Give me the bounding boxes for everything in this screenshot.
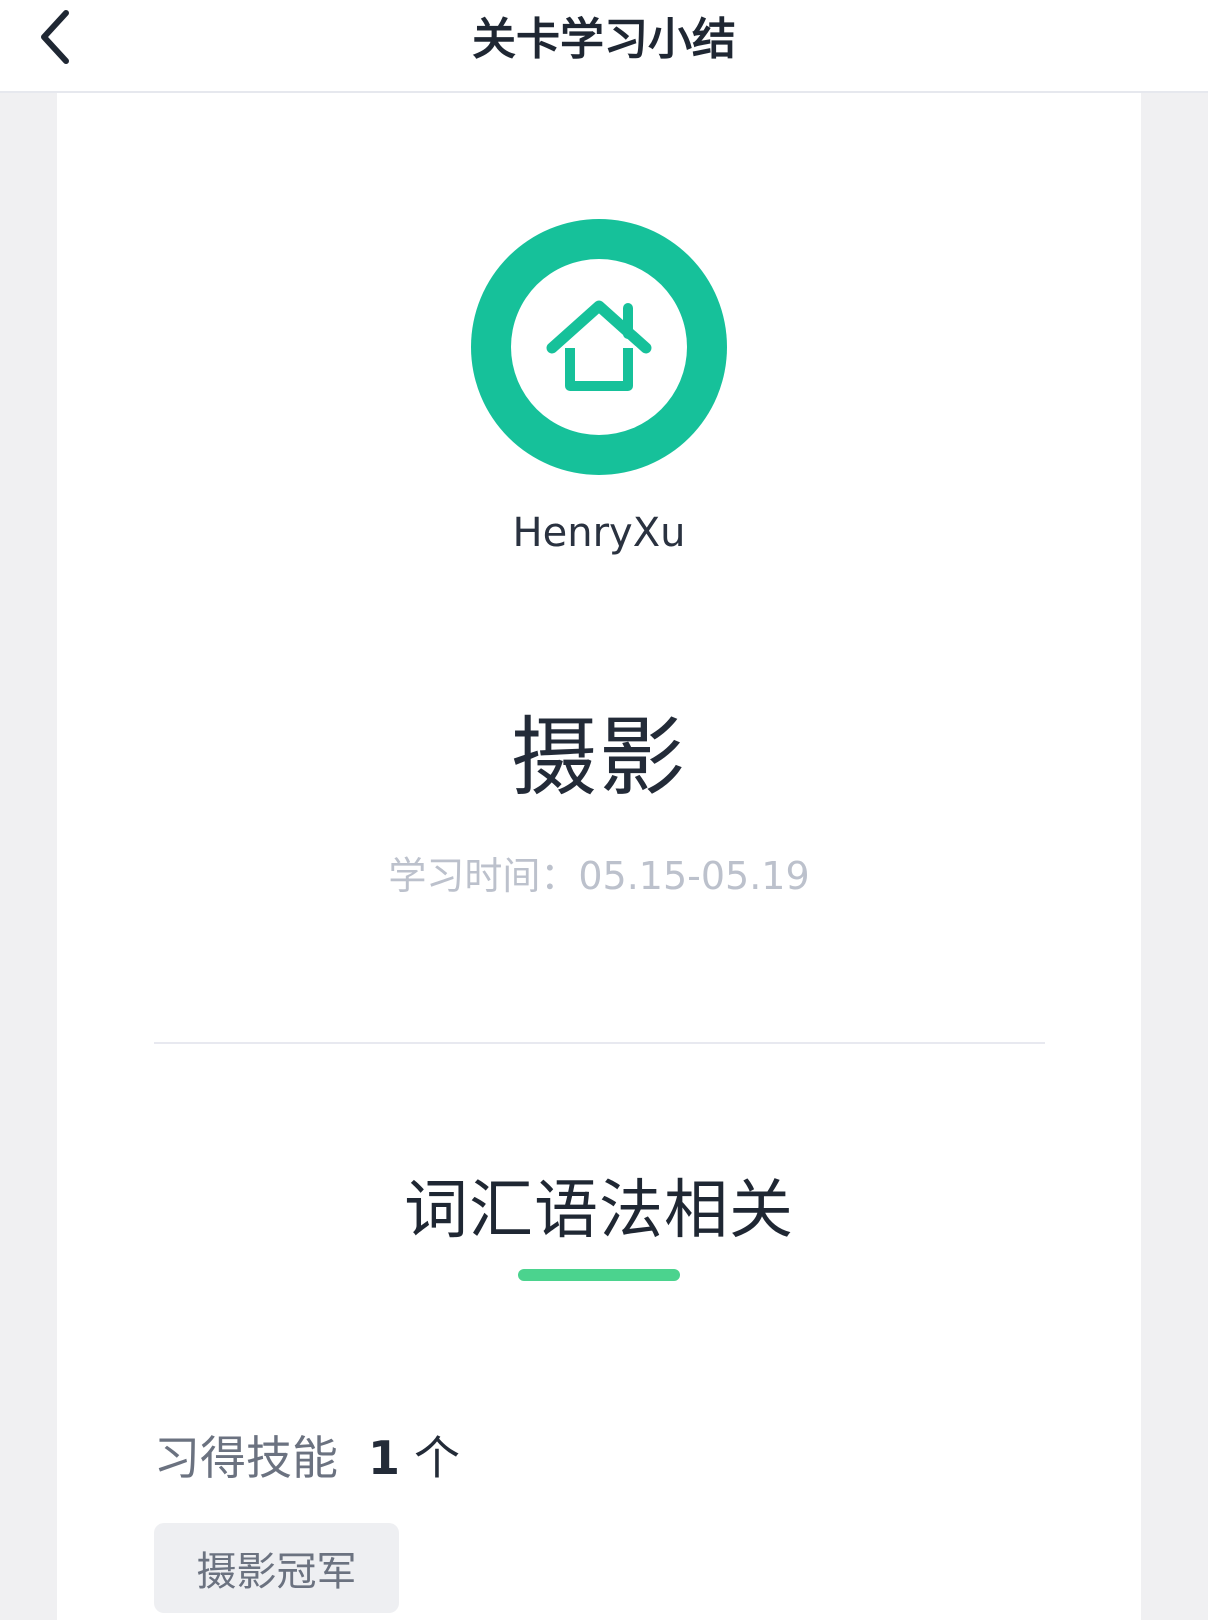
skills-summary: 习得技能 1 个 <box>154 1423 460 1493</box>
course-title: 摄影 <box>511 708 687 808</box>
avatar-inner <box>511 259 687 435</box>
top-navigation-bar: 关卡学习小结 <box>0 0 1208 93</box>
summary-card: HenryXu 摄影 学习时间：05.15-05.19 词汇语法相关 习得技能 … <box>57 93 1141 1620</box>
right-gutter <box>1208 0 1215 1620</box>
skills-label: 习得技能 <box>154 1431 338 1485</box>
skills-count: 1 <box>368 1431 401 1485</box>
section-title: 词汇语法相关 <box>404 1174 794 1248</box>
skills-unit: 个 <box>414 1431 461 1485</box>
page-title: 关卡学习小结 <box>472 14 736 65</box>
section-underline <box>518 1269 680 1281</box>
avatar <box>471 219 727 475</box>
divider <box>154 1042 1045 1044</box>
study-time: 学习时间：05.15-05.19 <box>388 854 810 898</box>
username: HenryXu <box>512 510 686 556</box>
skill-chip[interactable]: 摄影冠军 <box>154 1523 399 1613</box>
house-icon <box>544 290 654 404</box>
